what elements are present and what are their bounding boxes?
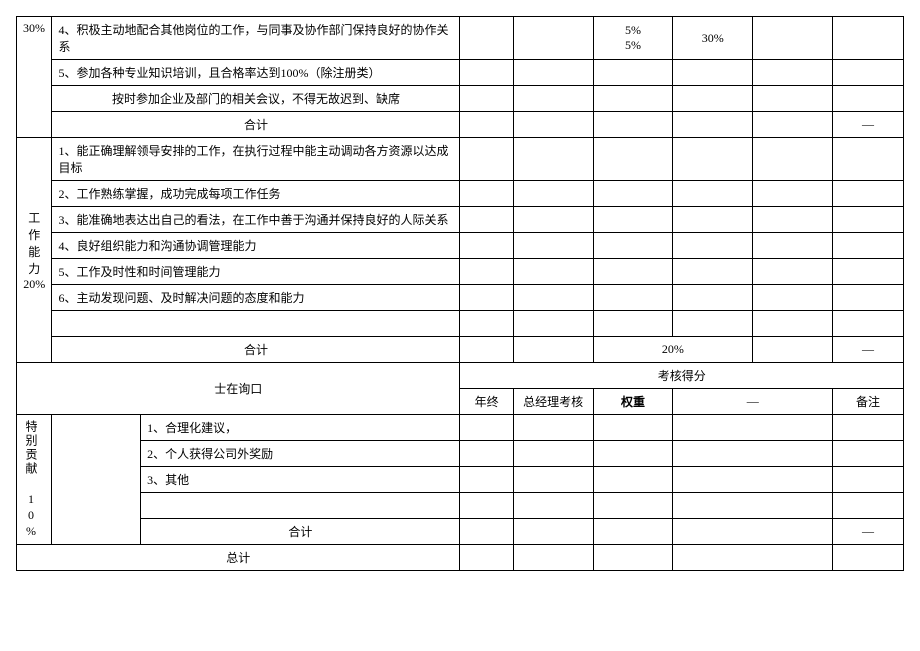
- section3-label: 特别贡献 10%: [17, 415, 52, 545]
- table-row: 30% 4、积极主动地配合其他岗位的工作，与同事及协作部门保持良好的协作关系 5…: [17, 17, 904, 60]
- table-row: 6、主动发现问题、及时解决问题的态度和能力: [17, 285, 904, 311]
- table-row: [17, 493, 904, 519]
- table-row: 2、工作熟练掌握，成功完成每项工作任务: [17, 181, 904, 207]
- table-row: 工作能力20% 1、能正确理解领导安排的工作，在执行过程中能主动调动各方资源以达…: [17, 138, 904, 181]
- table-row: [17, 311, 904, 337]
- item-text: 1、能正确理解领导安排的工作，在执行过程中能主动调动各方资源以达成目标: [52, 138, 460, 181]
- total-label: 总计: [17, 545, 460, 571]
- dash-cell: —: [833, 519, 904, 545]
- table-row: 按时参加企业及部门的相关会议，不得无故迟到、缺席: [17, 86, 904, 112]
- col-header: 权重: [593, 389, 673, 415]
- item-text: 3、能准确地表达出自己的看法，在工作中善于沟通并保持良好的人际关系: [52, 207, 460, 233]
- col-header: —: [673, 389, 833, 415]
- header-row: 士在询口 考核得分: [17, 363, 904, 389]
- table-row: 2、个人获得公司外奖励: [17, 441, 904, 467]
- subtotal-label: 合计: [52, 337, 460, 363]
- item-text: 按时参加企业及部门的相关会议，不得无故迟到、缺席: [52, 86, 460, 112]
- percent-cell: 30%: [673, 17, 753, 60]
- subtotal-label: 合计: [52, 112, 460, 138]
- percent-cell: 5% 5%: [593, 17, 673, 60]
- item-text: 5、工作及时性和时间管理能力: [52, 259, 460, 285]
- header-title: 士在询口: [17, 363, 460, 415]
- table-row: 5、工作及时性和时间管理能力: [17, 259, 904, 285]
- item-text: 4、积极主动地配合其他岗位的工作，与同事及协作部门保持良好的协作关系: [52, 17, 460, 60]
- subtotal-row: 合计 —: [17, 519, 904, 545]
- dash-cell: —: [833, 337, 904, 363]
- subtotal-label: 合计: [141, 519, 460, 545]
- col-header: 年终: [460, 389, 513, 415]
- evaluation-table: 30% 4、积极主动地配合其他岗位的工作，与同事及协作部门保持良好的协作关系 5…: [16, 16, 904, 571]
- item-text: 2、个人获得公司外奖励: [141, 441, 460, 467]
- item-text: 2、工作熟练掌握，成功完成每项工作任务: [52, 181, 460, 207]
- table-row: 4、良好组织能力和沟通协调管理能力: [17, 233, 904, 259]
- item-text: 5、参加各种专业知识培训，且合格率达到100%（除注册类）: [52, 60, 460, 86]
- table-row: 3、其他: [17, 467, 904, 493]
- total-row: 总计: [17, 545, 904, 571]
- item-text: 6、主动发现问题、及时解决问题的态度和能力: [52, 285, 460, 311]
- col-header: 总经理考核: [513, 389, 593, 415]
- subtotal-row: 合计 —: [17, 112, 904, 138]
- col-header: 备注: [833, 389, 904, 415]
- item-text: 3、其他: [141, 467, 460, 493]
- section1-label: 30%: [17, 17, 52, 138]
- table-row: 特别贡献 10% 1、合理化建议，: [17, 415, 904, 441]
- item-text: 1、合理化建议，: [141, 415, 460, 441]
- item-text: 4、良好组织能力和沟通协调管理能力: [52, 233, 460, 259]
- header-score: 考核得分: [460, 363, 904, 389]
- percent-cell: 20%: [593, 337, 753, 363]
- section2-label: 工作能力20%: [17, 138, 52, 363]
- table-row: 5、参加各种专业知识培训，且合格率达到100%（除注册类）: [17, 60, 904, 86]
- table-row: 3、能准确地表达出自己的看法，在工作中善于沟通并保持良好的人际关系: [17, 207, 904, 233]
- dash-cell: —: [833, 112, 904, 138]
- subtotal-row: 合计 20% —: [17, 337, 904, 363]
